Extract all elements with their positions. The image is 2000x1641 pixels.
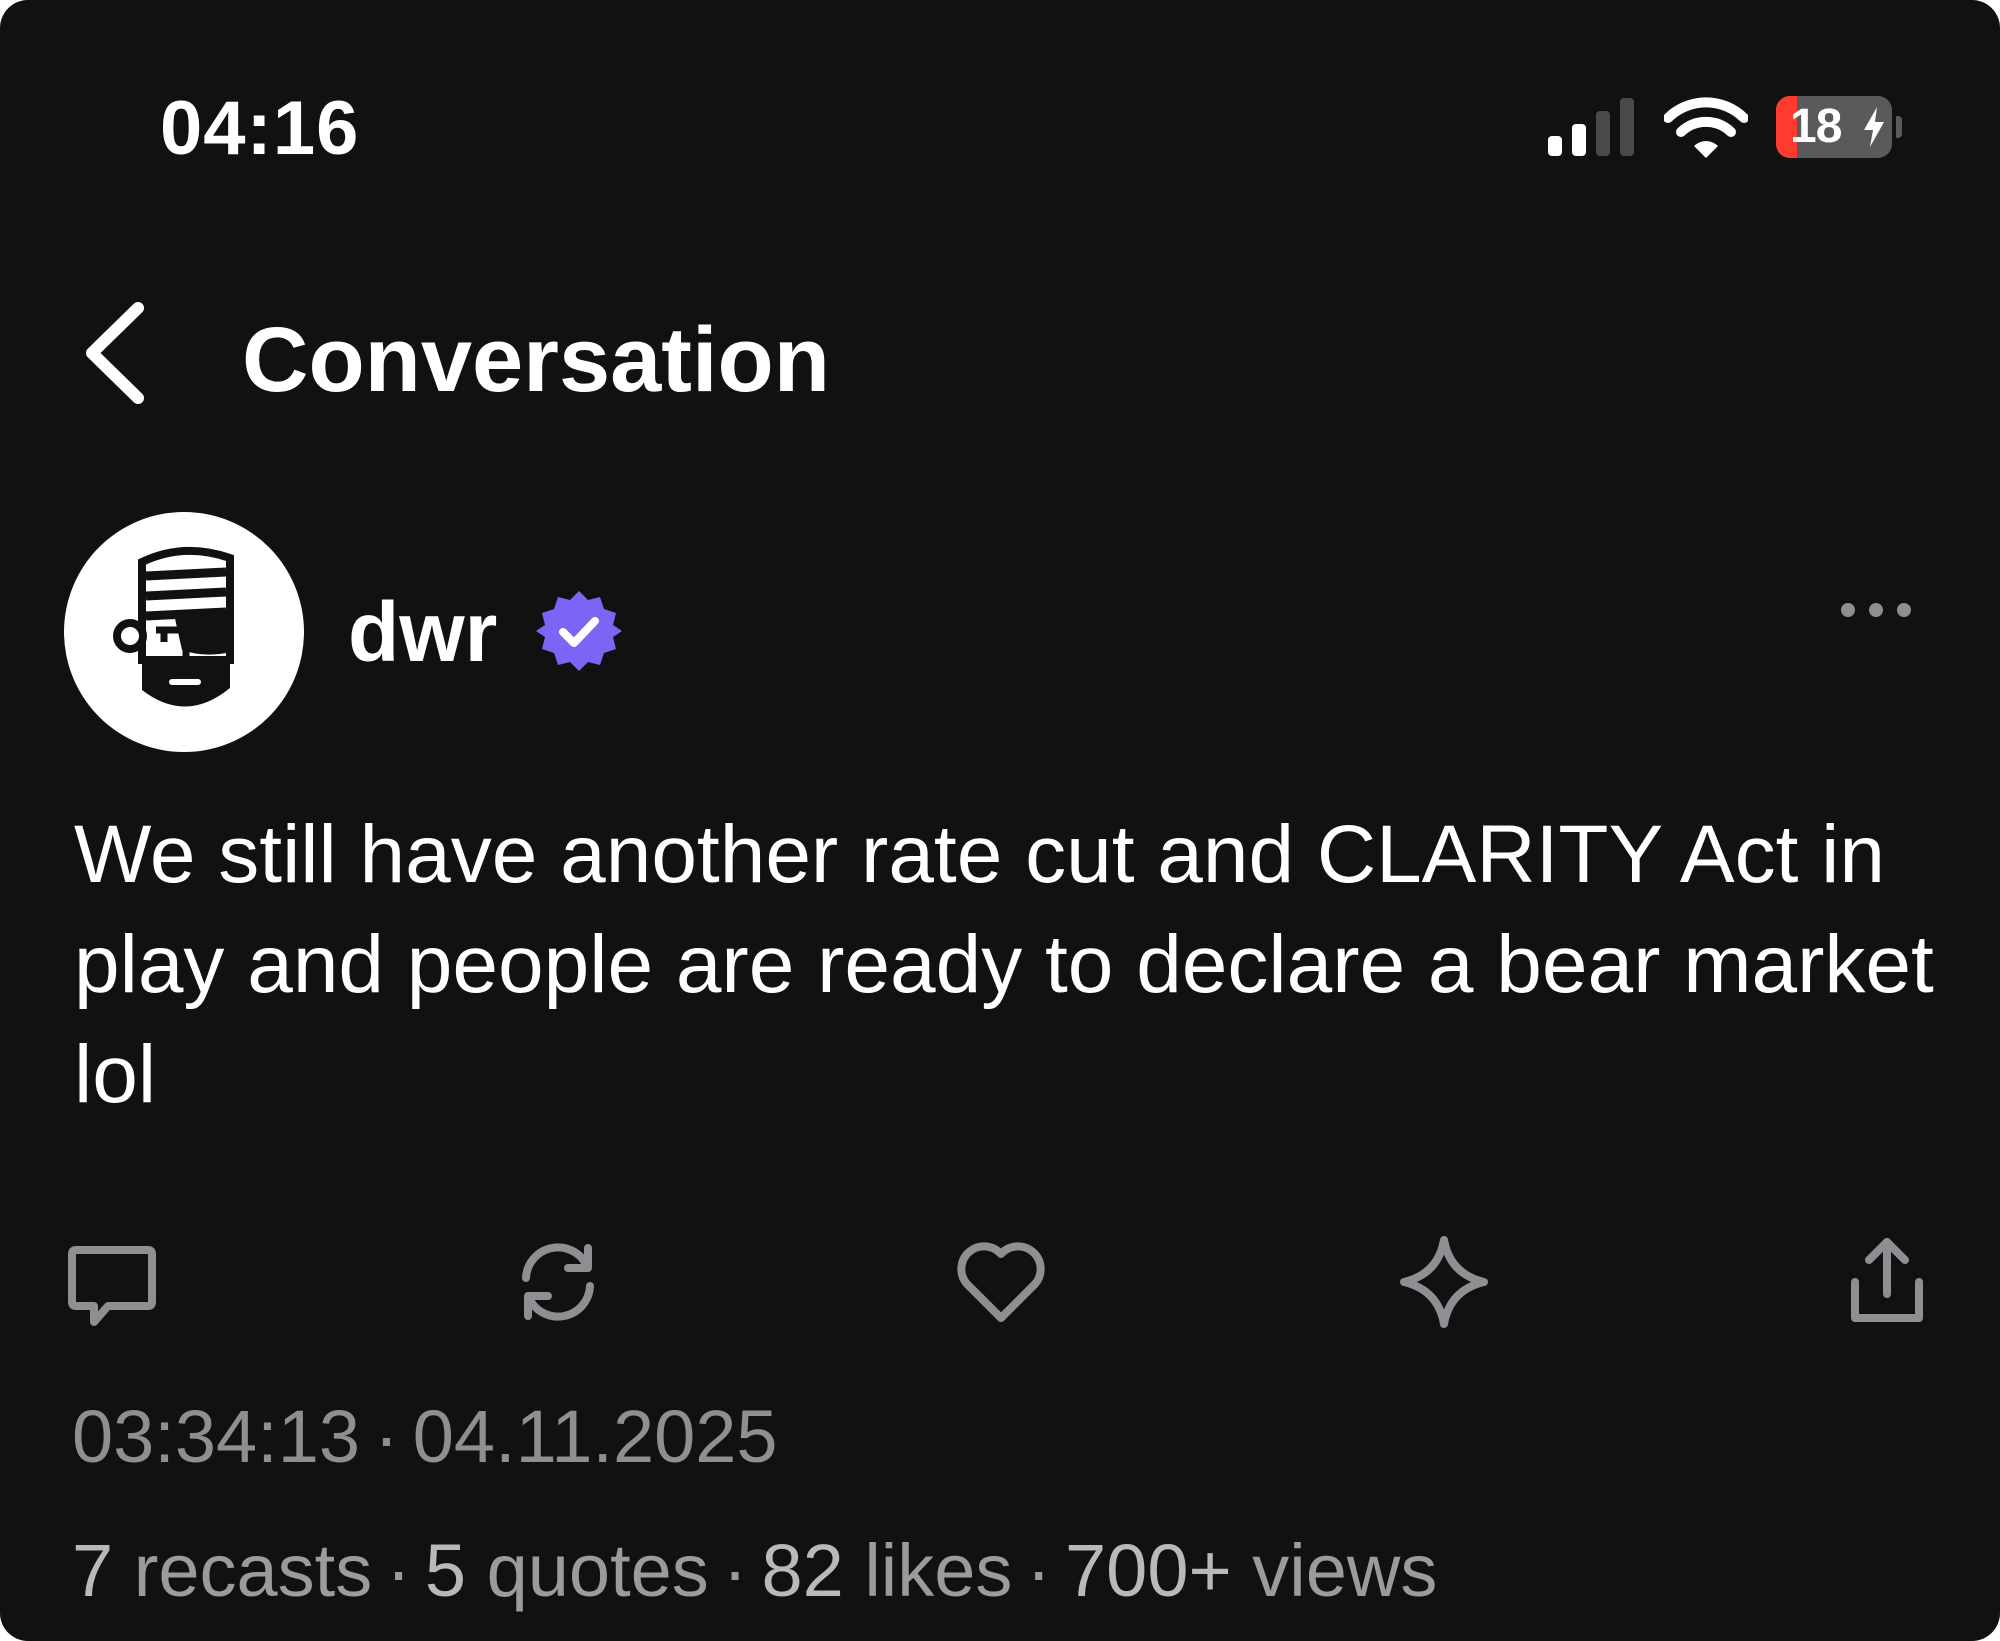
likes-stat[interactable]: 82 likes (761, 1529, 1012, 1612)
views-stat: 700+ views (1065, 1529, 1437, 1612)
views-label: views (1252, 1529, 1438, 1612)
quotes-count: 5 (424, 1529, 467, 1612)
reply-icon[interactable] (62, 1232, 162, 1332)
recasts-label: recasts (133, 1529, 373, 1612)
share-icon[interactable] (1837, 1232, 1937, 1332)
separator-dot: · (386, 1529, 411, 1612)
battery-icon: 18 (1776, 96, 1892, 158)
verified-badge-icon (536, 591, 622, 671)
post-text: We still have another rate cut and CLARI… (74, 809, 1934, 1120)
more-horizontal-icon[interactable] (1840, 600, 1912, 620)
recasts-count: 7 (72, 1529, 114, 1612)
status-time: 04:16 (160, 86, 360, 171)
post-stats: 7 recasts · 5 quotes · 82 likes · 700+ views (72, 1526, 1437, 1616)
battery-cap (1896, 116, 1902, 138)
battery-percentage: 18 (1790, 100, 1842, 153)
views-count: 700+ (1065, 1529, 1232, 1612)
chevron-left-icon[interactable] (76, 298, 156, 408)
quotes-stat[interactable]: 5 quotes (425, 1529, 709, 1612)
recast-icon[interactable] (508, 1232, 608, 1332)
separator-dot: · (722, 1529, 748, 1612)
signal-icon (1548, 98, 1634, 156)
recasts-stat[interactable]: 7 recasts (72, 1529, 372, 1612)
likes-label: likes (864, 1529, 1013, 1612)
post-timestamp: 03:34:13 · 04.11.2025 (72, 1392, 778, 1482)
separator-dot: · (374, 1395, 399, 1478)
wifi-icon (1664, 97, 1748, 158)
post-time: 03:34:13 (72, 1395, 361, 1478)
likes-count: 82 (761, 1529, 844, 1612)
bookmark-icon[interactable] (1394, 1232, 1494, 1332)
avatar[interactable] (64, 512, 304, 752)
pirate-avatar-image (113, 546, 234, 707)
conversation-screen: 04:16 18 Conversation dwr We still have … (0, 0, 2000, 1641)
charging-bolt-icon (1864, 107, 1884, 147)
author-name[interactable]: dwr (348, 582, 497, 682)
post-date: 04.11.2025 (412, 1395, 778, 1478)
quotes-label: quotes (486, 1529, 709, 1612)
separator-dot: · (1026, 1529, 1052, 1612)
like-icon[interactable] (951, 1232, 1051, 1332)
page-title: Conversation (242, 309, 830, 411)
